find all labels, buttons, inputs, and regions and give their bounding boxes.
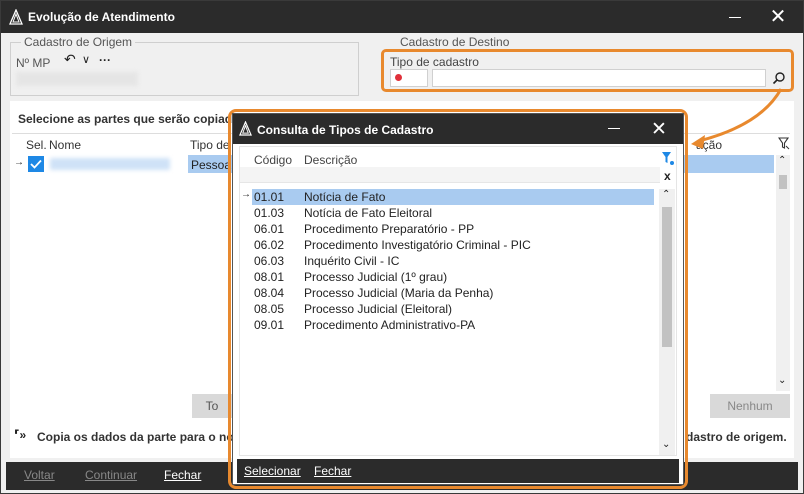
undo-icon[interactable]: ↶ [64,51,76,68]
tipo-codigo-input[interactable] [390,69,428,87]
copy-info-text: Copia os dados da parte para o novo [37,430,248,444]
app-logo-icon [239,121,252,136]
row-pointer-icon: → [241,189,251,200]
minimize-icon[interactable] [608,128,620,129]
partes-heading: Selecione as partes que serão copiadas [18,112,246,126]
filter-icon[interactable] [661,150,675,166]
required-dot-icon [395,74,402,81]
minimize-icon [729,17,741,18]
col-nome[interactable]: Nome [49,138,81,152]
redacted-origem-value [16,72,138,86]
row-tipo: Pessoa [191,158,232,172]
dialog-title: Consulta de Tipos de Cadastro [257,123,434,137]
app-logo-icon [9,9,23,25]
list-item[interactable]: 09.01 Procedimento Administrativo-PA [240,317,658,333]
mp-label: Nº MP [16,56,51,70]
chevron-up-icon[interactable]: ⌃ [662,189,670,200]
redacted-nome [50,158,170,170]
title-bar: Evolução de Atendimento ✕ [1,1,803,33]
voltar-button[interactable]: Voltar [24,468,55,482]
list-item[interactable]: 06.03 Inquérito Civil - IC [240,253,658,269]
clear-filter-button[interactable]: x [664,169,671,183]
dialog-title-bar: Consulta de Tipos de Cadastro ✕ [233,114,683,144]
list-item[interactable]: 08.05 Processo Judicial (Eleitoral) [240,301,658,317]
close-icon: ✕ [769,6,787,28]
list-item[interactable]: → 01.01 Notícia de Fato [240,189,658,205]
origem-group [10,42,359,96]
tipo-cadastro-label: Tipo de cadastro [390,55,479,69]
list-item[interactable]: 01.03 Notícia de Fato Eleitoral [240,205,658,221]
close-button[interactable]: ✕ [758,1,798,33]
close-icon[interactable]: ✕ [651,118,667,141]
list-item[interactable]: 06.01 Procedimento Preparatório - PP [240,221,658,237]
col-tipo[interactable]: Tipo de [190,138,230,152]
chevron-down-icon[interactable]: ⌄ [778,375,786,386]
list-item[interactable]: 08.04 Processo Judicial (Maria da Penha) [240,285,658,301]
tipos-grid: Código Descrição x → 01.01 Notícia de Fa… [239,146,677,456]
list-item[interactable]: 06.02 Procedimento Investigatório Crimin… [240,237,658,253]
col-sel[interactable]: Sel. [26,138,47,152]
chevron-down-icon[interactable]: ⌄ [662,439,670,450]
partes-scrollbar[interactable]: ⌃ ⌄ [776,155,790,391]
row-checkbox[interactable] [28,156,44,172]
filter-row[interactable] [240,167,660,183]
destino-group-label: Cadastro de Destino [397,35,513,49]
window-title: Evolução de Atendimento [28,10,175,24]
continuar-button[interactable]: Continuar [85,468,137,482]
dialog-fechar-button[interactable]: Fechar [314,464,351,478]
fechar-button[interactable]: Fechar [164,468,201,482]
check-icon [30,159,42,169]
row-pointer-icon: → [14,157,24,168]
chevron-up-icon[interactable]: ⌃ [778,155,786,166]
minimize-button[interactable] [715,1,755,33]
search-icon [772,72,785,85]
more-icon[interactable]: ··· [99,53,111,67]
scroll-thumb[interactable] [779,175,787,189]
tipos-scrollbar[interactable]: ⌃ ⌄ [659,189,675,455]
list-item[interactable]: 08.01 Processo Judicial (1º grau) [240,269,658,285]
col-codigo[interactable]: Código [254,153,292,167]
dialog-footer: Selecionar Fechar [237,459,679,483]
tipos-cadastro-dialog: Consulta de Tipos de Cadastro ✕ Código D… [232,113,684,485]
selecionar-button[interactable]: Selecionar [244,464,301,478]
chevron-down-icon[interactable]: ∨ [82,53,90,66]
origem-group-label: Cadastro de Origem [21,35,136,49]
todos-button[interactable]: To [192,394,232,418]
copy-info-text-right: dastro de origem. [686,430,787,444]
scroll-thumb[interactable] [662,207,672,347]
copy-info-icon: ⸢» [14,428,27,442]
col-descricao[interactable]: Descrição [304,153,357,167]
callout-arrow-icon [691,88,783,149]
nenhum-button[interactable]: Nenhum [710,394,790,418]
